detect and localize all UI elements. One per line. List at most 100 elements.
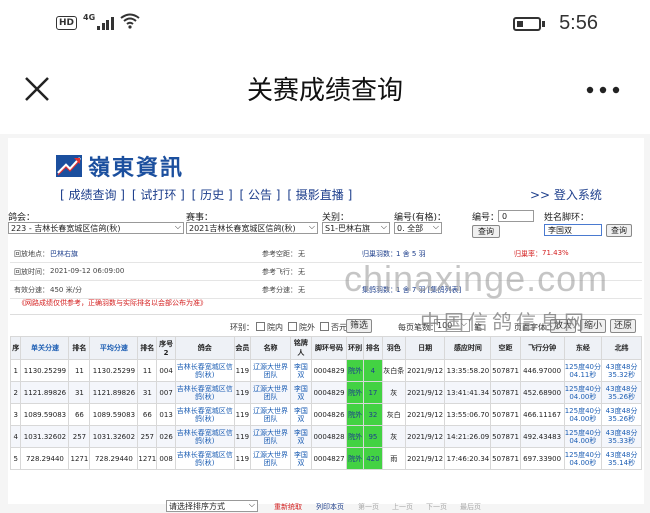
table-cell: 507871 xyxy=(490,359,521,382)
table-cell: 013 xyxy=(156,403,177,426)
table-cell: 2021/9/12 xyxy=(404,359,446,382)
table-row[interactable]: 2 1121.89826 31 1121.89826 31 007 吉林长春宽城区信鸽(秋)… xyxy=(9,381,642,404)
table-cell: 43度48分35.26秒 xyxy=(601,403,642,426)
table-row[interactable]: 5 728.29440 1271 728.29440 1271 008 吉林长春宽城区信鸽(… xyxy=(9,447,642,470)
name-label: 姓名脚环： xyxy=(544,213,590,223)
table-cell: 507871 xyxy=(490,425,521,448)
table-cell: 灰 xyxy=(381,425,406,448)
table-cell: 125度40分04.00秒 xyxy=(563,403,603,426)
menu-results[interactable]: [ 成绩查询 ] xyxy=(60,188,125,202)
table-cell: 0004828 xyxy=(310,425,348,448)
filter-bar: 鸽会： 223 - 吉林长春宽城区信鸽(秋) 赛事： 2021吉林长春宽城区信鸽… xyxy=(8,210,644,242)
table-cell: 1130.25299 xyxy=(89,359,139,382)
logo-text: 嶺東資訊 xyxy=(88,155,185,181)
table-cell: 吉林长春宽城区信鸽(秋) xyxy=(175,381,235,404)
print-link[interactable]: 列印本页 xyxy=(316,502,344,512)
race-select[interactable]: 2021吉林长春宽城区信鸽(秋) xyxy=(186,222,318,234)
table-cell: 728.29440 xyxy=(89,447,139,470)
table-cell: 026 xyxy=(156,425,177,448)
table-cell: 119 xyxy=(233,403,252,426)
table-cell: 1031.32602 xyxy=(20,425,70,448)
reload-link[interactable]: 重新统取 xyxy=(274,502,302,512)
table-row[interactable]: 3 1089.59083 66 1089.59083 66 013 吉林长春宽城区信鸽(秋)… xyxy=(9,403,642,426)
table-cell: 吉林长春宽城区信鸽(秋) xyxy=(175,425,235,448)
table-cell: 1031.32602 xyxy=(89,425,139,448)
column-header: 东经 xyxy=(563,336,603,360)
first-page-link[interactable]: 第一页 xyxy=(358,502,379,512)
menu-test-ring[interactable]: [ 试打环 ] xyxy=(132,188,185,202)
table-cell: 0004829 xyxy=(310,381,348,404)
table-cell: 43度48分35.32秒 xyxy=(601,359,642,382)
checkbox-icon xyxy=(256,322,265,331)
site-logo[interactable]: 嶺東資訊 xyxy=(56,150,184,182)
table-cell: 4 xyxy=(9,425,22,448)
table-cell: 1089.59083 xyxy=(20,403,70,426)
table-cell: 1121.89826 xyxy=(20,381,70,404)
table-cell: 李国双 xyxy=(289,359,312,382)
column-header: 平均分速 xyxy=(89,336,139,360)
table-cell: 119 xyxy=(233,359,252,382)
table-row[interactable]: 1 1130.25299 11 1130.25299 11 004 吉林长春宽城区信鸽(秋)… xyxy=(9,359,642,382)
last-page-link[interactable]: 最后页 xyxy=(460,502,481,512)
name-query-button[interactable]: 查询 xyxy=(606,224,632,237)
ring-opt-other[interactable]: 否元 xyxy=(320,322,347,333)
table-cell: 008 xyxy=(156,447,177,470)
ref-fly: 无 xyxy=(298,268,305,276)
prev-page-link[interactable]: 上一页 xyxy=(392,502,413,512)
column-header: 飞行分钟 xyxy=(519,336,565,360)
checkbox-icon xyxy=(320,322,329,331)
table-cell: 95 xyxy=(363,425,383,448)
table-cell: 辽源大世界团队 xyxy=(250,425,291,448)
battery-icon xyxy=(513,16,546,31)
table-cell: 辽源大世界团队 xyxy=(250,447,291,470)
table-cell: 4 xyxy=(363,359,383,382)
table-cell: 11 xyxy=(137,359,158,382)
clock: 5:56 xyxy=(559,12,598,34)
column-header: 序 xyxy=(9,336,22,360)
table-cell: 院外 xyxy=(346,403,365,426)
hd-indicator: HD xyxy=(56,16,78,30)
sort-select[interactable]: 请选择排序方式 xyxy=(166,500,258,512)
menu-live[interactable]: [ 摄影直播 ] xyxy=(287,188,352,202)
column-header: 排名 xyxy=(68,336,91,360)
more-icon[interactable] xyxy=(586,72,620,102)
table-cell: 007 xyxy=(156,381,177,404)
menu-notice[interactable]: [ 公告 ] xyxy=(239,188,280,202)
table-cell: 420 xyxy=(363,447,383,470)
table-cell: 492.43483 xyxy=(519,425,565,448)
table-cell: 452.68900 xyxy=(519,381,565,404)
table-cell: 13:55:06.70 xyxy=(444,403,492,426)
table-cell: 李国双 xyxy=(289,403,312,426)
table-cell: 院外 xyxy=(346,359,365,382)
query-button[interactable]: 查询 xyxy=(472,225,500,238)
checkbox-icon xyxy=(288,322,297,331)
filter-button[interactable]: 筛选 xyxy=(346,319,372,333)
table-cell: 32 xyxy=(363,403,383,426)
name-input[interactable]: 李国双 xyxy=(544,224,602,236)
leg-select[interactable]: S1-巴林右旗 xyxy=(322,222,390,234)
column-header: 鸽会 xyxy=(175,336,235,360)
reset-font-button[interactable]: 还原 xyxy=(610,319,636,333)
ring-opt-inside[interactable]: 院内 xyxy=(256,322,283,333)
ring-filter-label: 环别： xyxy=(230,323,254,332)
table-cell: 119 xyxy=(233,425,252,448)
table-cell: 雨 xyxy=(381,447,406,470)
results-table: 序单关分速 排名 平均分速 排名 序号2 鸽会 会员 名称 铭牌人 脚环号码 环别 排名 羽色 日期 感应时… xyxy=(9,336,642,470)
ref-fly-label: 参考飞行： xyxy=(262,268,297,276)
ring-opt-outside[interactable]: 院外 xyxy=(288,322,315,333)
club-select[interactable]: 223 - 吉林长春宽城区信鸽(秋) xyxy=(8,222,184,234)
watermark-domain: chinaxinge.com xyxy=(344,258,609,299)
table-row[interactable]: 4 1031.32602 257 1031.32602 257 026 吉林长春宽城区信鸽(… xyxy=(9,425,642,448)
login-link[interactable]: >> 登入系统 xyxy=(530,186,602,203)
next-page-link[interactable]: 下一页 xyxy=(426,502,447,512)
number-select[interactable]: 0. 全部 xyxy=(394,222,442,234)
ref-speed: 无 xyxy=(298,286,305,294)
table-cell: 66 xyxy=(68,403,91,426)
table-cell: 697.33900 xyxy=(519,447,565,470)
table-cell: 李国双 xyxy=(289,381,312,404)
ring-input[interactable]: 0 xyxy=(498,210,534,222)
table-cell: 43度48分35.14秒 xyxy=(601,447,642,470)
menu-history[interactable]: [ 历史 ] xyxy=(192,188,233,202)
table-cell: 2 xyxy=(9,381,22,404)
table-cell: 125度40分04.11秒 xyxy=(563,359,603,382)
